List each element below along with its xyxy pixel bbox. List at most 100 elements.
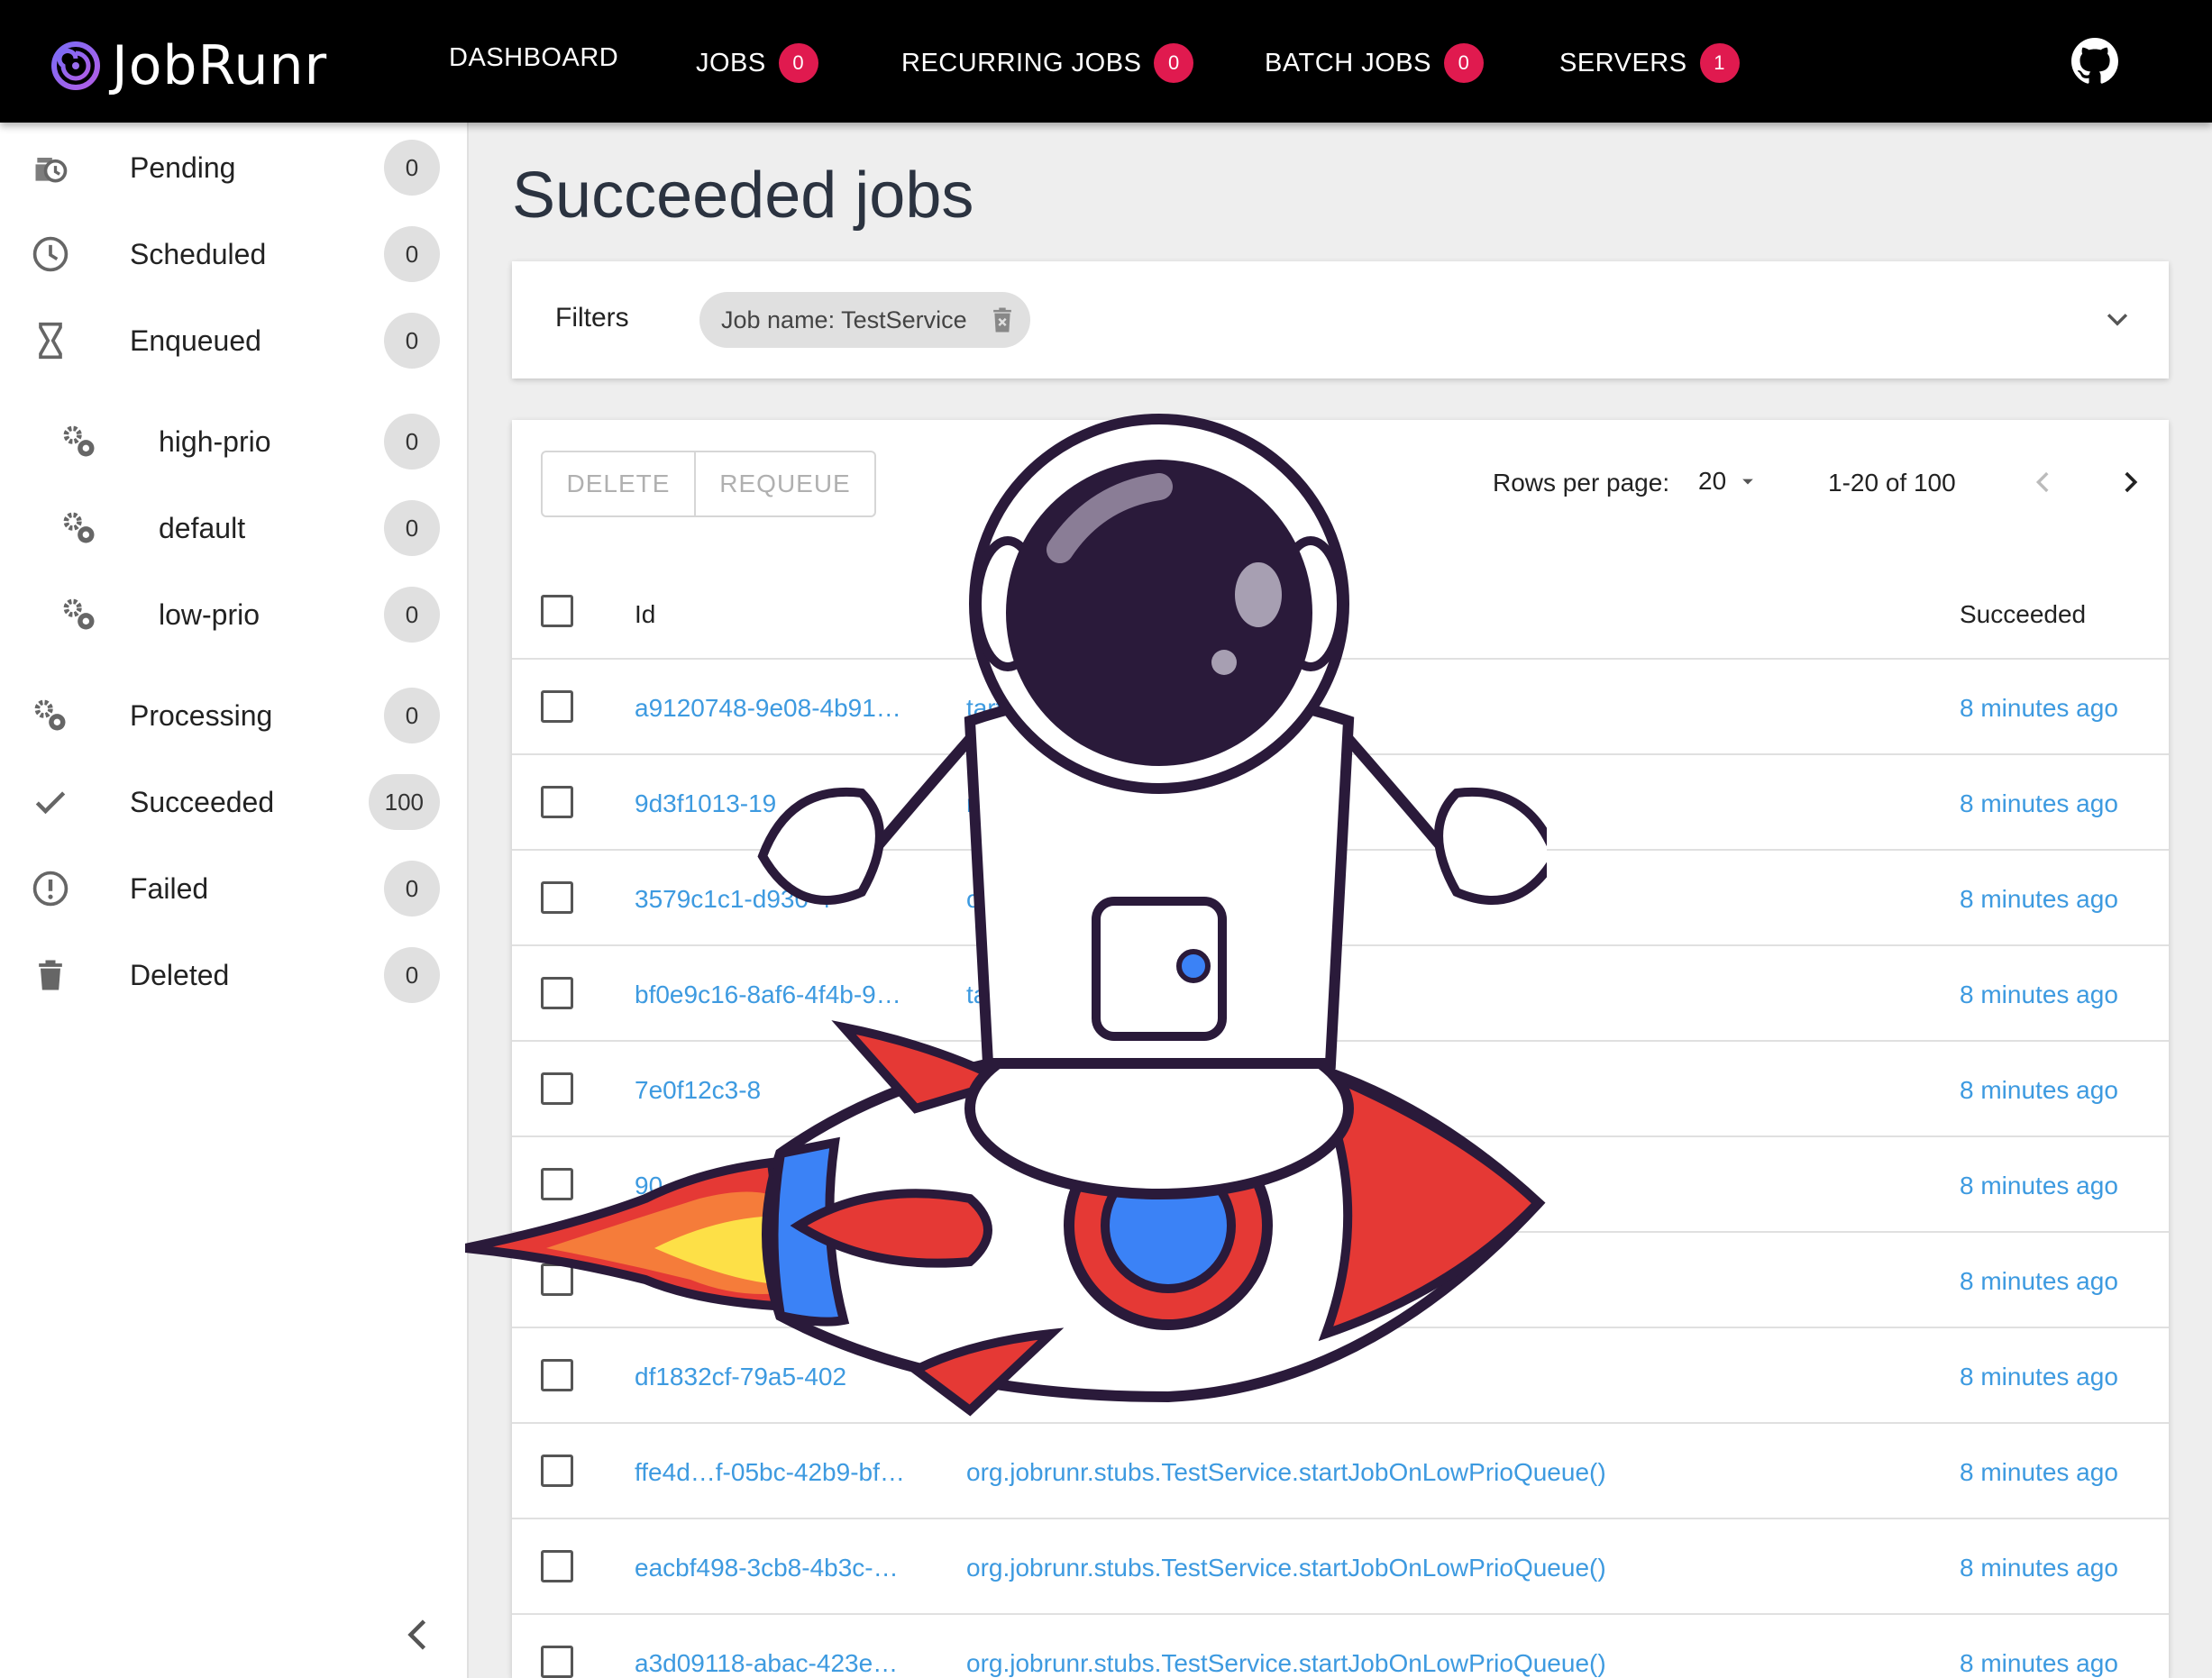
table-row[interactable]: a9120748-9e08-4b91… tartJobOnLowPrioQueue… bbox=[512, 660, 2169, 755]
rows-per-page-select[interactable]: 20 bbox=[1698, 467, 1760, 496]
succeeded-time: 8 minutes ago bbox=[1960, 1458, 2118, 1486]
table-row[interactable]: bf0e9c16-8af6-4f4b-9… tartJobOnLowPrioQue… bbox=[512, 946, 2169, 1042]
row-checkbox[interactable] bbox=[541, 1263, 573, 1296]
nav-jobs[interactable]: JOBS 0 bbox=[696, 43, 818, 83]
table-row[interactable]: 90 Queue() 8 minutes ago bbox=[512, 1137, 2169, 1233]
column-header-id[interactable]: Id bbox=[635, 600, 655, 629]
row-checkbox[interactable] bbox=[541, 1646, 573, 1678]
sidebar-count: 0 bbox=[384, 140, 440, 196]
collapse-sidebar-chevron-icon[interactable] bbox=[404, 1617, 431, 1653]
nav-recurring-jobs[interactable]: RECURRING JOBS 0 bbox=[901, 43, 1194, 83]
job-id-link[interactable]: 90 bbox=[635, 1172, 905, 1200]
sidebar-item-low-prio[interactable]: low-prio 0 bbox=[0, 571, 469, 658]
succeeded-time: 8 minutes ago bbox=[1960, 1363, 2118, 1391]
nav-batch-jobs[interactable]: BATCH JOBS 0 bbox=[1265, 43, 1484, 83]
chevron-down-icon[interactable] bbox=[2102, 305, 2133, 335]
gears-icon bbox=[63, 598, 95, 630]
delete-button[interactable]: DELETE bbox=[541, 451, 696, 517]
table-row[interactable]: a3d09118-abac-423e-… org.jobrunr.stubs.Te… bbox=[512, 1615, 2169, 1678]
table-row[interactable]: 9d3f1013-19 rioQueue() 8 minutes ago bbox=[512, 755, 2169, 851]
job-name-link[interactable]: org.jobrunr.stubs.TestService.startJobOn… bbox=[966, 1649, 1606, 1678]
sidebar-item-enqueued[interactable]: Enqueued 0 bbox=[0, 297, 469, 384]
jobrunr-logo[interactable]: JobRunr bbox=[50, 34, 327, 97]
row-checkbox[interactable] bbox=[541, 881, 573, 914]
nav-servers-badge: 1 bbox=[1699, 43, 1740, 83]
sidebar-item-high-prio[interactable]: high-prio 0 bbox=[0, 398, 469, 485]
sidebar-item-succeeded[interactable]: Succeeded 100 bbox=[0, 759, 469, 845]
gears-icon bbox=[34, 699, 66, 731]
column-header-succeeded[interactable]: Succeeded bbox=[1960, 600, 2086, 629]
succeeded-time: 8 minutes ago bbox=[1960, 1076, 2118, 1104]
job-name-link[interactable]: nLowPrioQueue() bbox=[966, 1363, 1164, 1391]
sidebar-item-default[interactable]: default 0 bbox=[0, 485, 469, 571]
sidebar-item-label: default bbox=[159, 511, 246, 544]
row-checkbox[interactable] bbox=[541, 786, 573, 818]
bulk-actions: DELETE REQUEUE bbox=[541, 451, 876, 517]
row-checkbox[interactable] bbox=[541, 690, 573, 723]
dropdown-arrow-icon bbox=[1742, 479, 1753, 485]
row-checkbox[interactable] bbox=[541, 1550, 573, 1582]
table-row[interactable]: eacbf498-3cb8-4b3c-… org.jobrunr.stubs.Te… bbox=[512, 1519, 2169, 1615]
pagination-range: 1-20 of 100 bbox=[1828, 469, 1956, 497]
job-name-link[interactable]: Queue() bbox=[966, 1172, 1059, 1200]
row-checkbox[interactable] bbox=[541, 977, 573, 1009]
row-checkbox[interactable] bbox=[541, 1168, 573, 1200]
nav-servers-label: SERVERS bbox=[1559, 48, 1687, 78]
table-row[interactable]: ffe4d…f-05bc-42b9-bf… org.jobrunr.stubs.T… bbox=[512, 1424, 2169, 1519]
sidebar: Pending 0 Scheduled 0 Enqueued 0 high-pr… bbox=[0, 123, 469, 1678]
table-row[interactable]: 3579c1c1-d930-4 owPrioQueue() 8 minutes ag… bbox=[512, 851, 2169, 946]
page-title: Succeeded jobs bbox=[512, 160, 974, 232]
previous-page-icon[interactable] bbox=[2028, 467, 2059, 497]
sidebar-item-failed[interactable]: Failed 0 bbox=[0, 845, 469, 932]
requeue-button[interactable]: REQUEUE bbox=[696, 451, 876, 517]
job-name-link[interactable]: owPrioQueue() bbox=[966, 885, 1136, 914]
jobs-table-card: DELETE REQUEUE Rows per page: 20 1-20 of… bbox=[512, 420, 2169, 1678]
sidebar-item-scheduled[interactable]: Scheduled 0 bbox=[0, 211, 469, 297]
nav-dashboard[interactable]: DASHBOARD bbox=[449, 43, 618, 73]
job-id-link[interactable]: ffe4d…f-05bc-42b9-bf… bbox=[635, 1458, 905, 1487]
sidebar-item-label: Pending bbox=[130, 150, 236, 184]
job-name-link[interactable]: tartJobOnLowPrioQueue() bbox=[966, 980, 1261, 1009]
next-page-icon[interactable] bbox=[2115, 467, 2145, 497]
sidebar-item-label: high-prio bbox=[159, 424, 271, 458]
rows-per-page-value: 20 bbox=[1698, 467, 1727, 495]
trash-icon[interactable] bbox=[989, 306, 1016, 334]
job-id-link[interactable]: 7e0f12c3-8 bbox=[635, 1076, 905, 1105]
row-checkbox[interactable] bbox=[541, 1455, 573, 1487]
nav-servers[interactable]: SERVERS 1 bbox=[1559, 43, 1740, 83]
succeeded-time: 8 minutes ago bbox=[1960, 789, 2118, 817]
sidebar-item-deleted[interactable]: Deleted 0 bbox=[0, 932, 469, 1018]
job-name-link[interactable]: rioQueue() bbox=[966, 789, 1087, 818]
job-id-link[interactable]: df1832cf-79a5-402 bbox=[635, 1363, 905, 1391]
trash-icon bbox=[39, 960, 62, 990]
table-row[interactable]: Queue() 8 minutes ago bbox=[512, 1233, 2169, 1328]
filter-chip[interactable]: Job name: TestService bbox=[699, 292, 1030, 348]
nav-recurring-jobs-badge: 0 bbox=[1154, 43, 1194, 83]
job-name-link[interactable]: Queue() bbox=[966, 1267, 1059, 1296]
row-checkbox[interactable] bbox=[541, 1359, 573, 1391]
succeeded-time: 8 minutes ago bbox=[1960, 1172, 2118, 1199]
brand-name: JobRunr bbox=[112, 34, 328, 97]
job-name-link[interactable]: tartJobOnLowPrioQueue() bbox=[966, 694, 1261, 723]
nav-dashboard-label: DASHBOARD bbox=[449, 43, 619, 72]
job-id-link[interactable]: bf0e9c16-8af6-4f4b-9… bbox=[635, 980, 905, 1009]
sidebar-item-processing[interactable]: Processing 0 bbox=[0, 672, 469, 759]
job-name-link[interactable]: org.jobrunr.stubs.TestService.startJobOn… bbox=[966, 1458, 1606, 1487]
job-id-link[interactable]: eacbf498-3cb8-4b3c-… bbox=[635, 1554, 905, 1582]
job-name-link[interactable]: org.jobrunr.stubs.TestService.startJobOn… bbox=[966, 1554, 1606, 1582]
gears-icon bbox=[63, 512, 95, 543]
succeeded-time: 8 minutes ago bbox=[1960, 885, 2118, 913]
sidebar-item-pending[interactable]: Pending 0 bbox=[0, 124, 469, 211]
github-icon[interactable] bbox=[2071, 38, 2118, 85]
job-name-link[interactable]: JobOnLowPrioQueue() bbox=[966, 1076, 1224, 1105]
table-row[interactable]: 7e0f12c3-8 JobOnLowPrioQueue() 8 minutes a… bbox=[512, 1042, 2169, 1137]
select-all-checkbox[interactable] bbox=[541, 595, 573, 627]
table-row[interactable]: df1832cf-79a5-402 nLowPrioQueue() 8 minute… bbox=[512, 1328, 2169, 1424]
job-id-link[interactable]: a9120748-9e08-4b91… bbox=[635, 694, 905, 723]
job-id-link[interactable]: 3579c1c1-d930-4 bbox=[635, 885, 905, 914]
job-id-link[interactable]: a3d09118-abac-423e-… bbox=[635, 1649, 905, 1678]
pending-icon bbox=[35, 158, 68, 183]
row-checkbox[interactable] bbox=[541, 1072, 573, 1105]
job-id-link[interactable]: 9d3f1013-19 bbox=[635, 789, 905, 818]
filters-label: Filters bbox=[555, 303, 629, 333]
